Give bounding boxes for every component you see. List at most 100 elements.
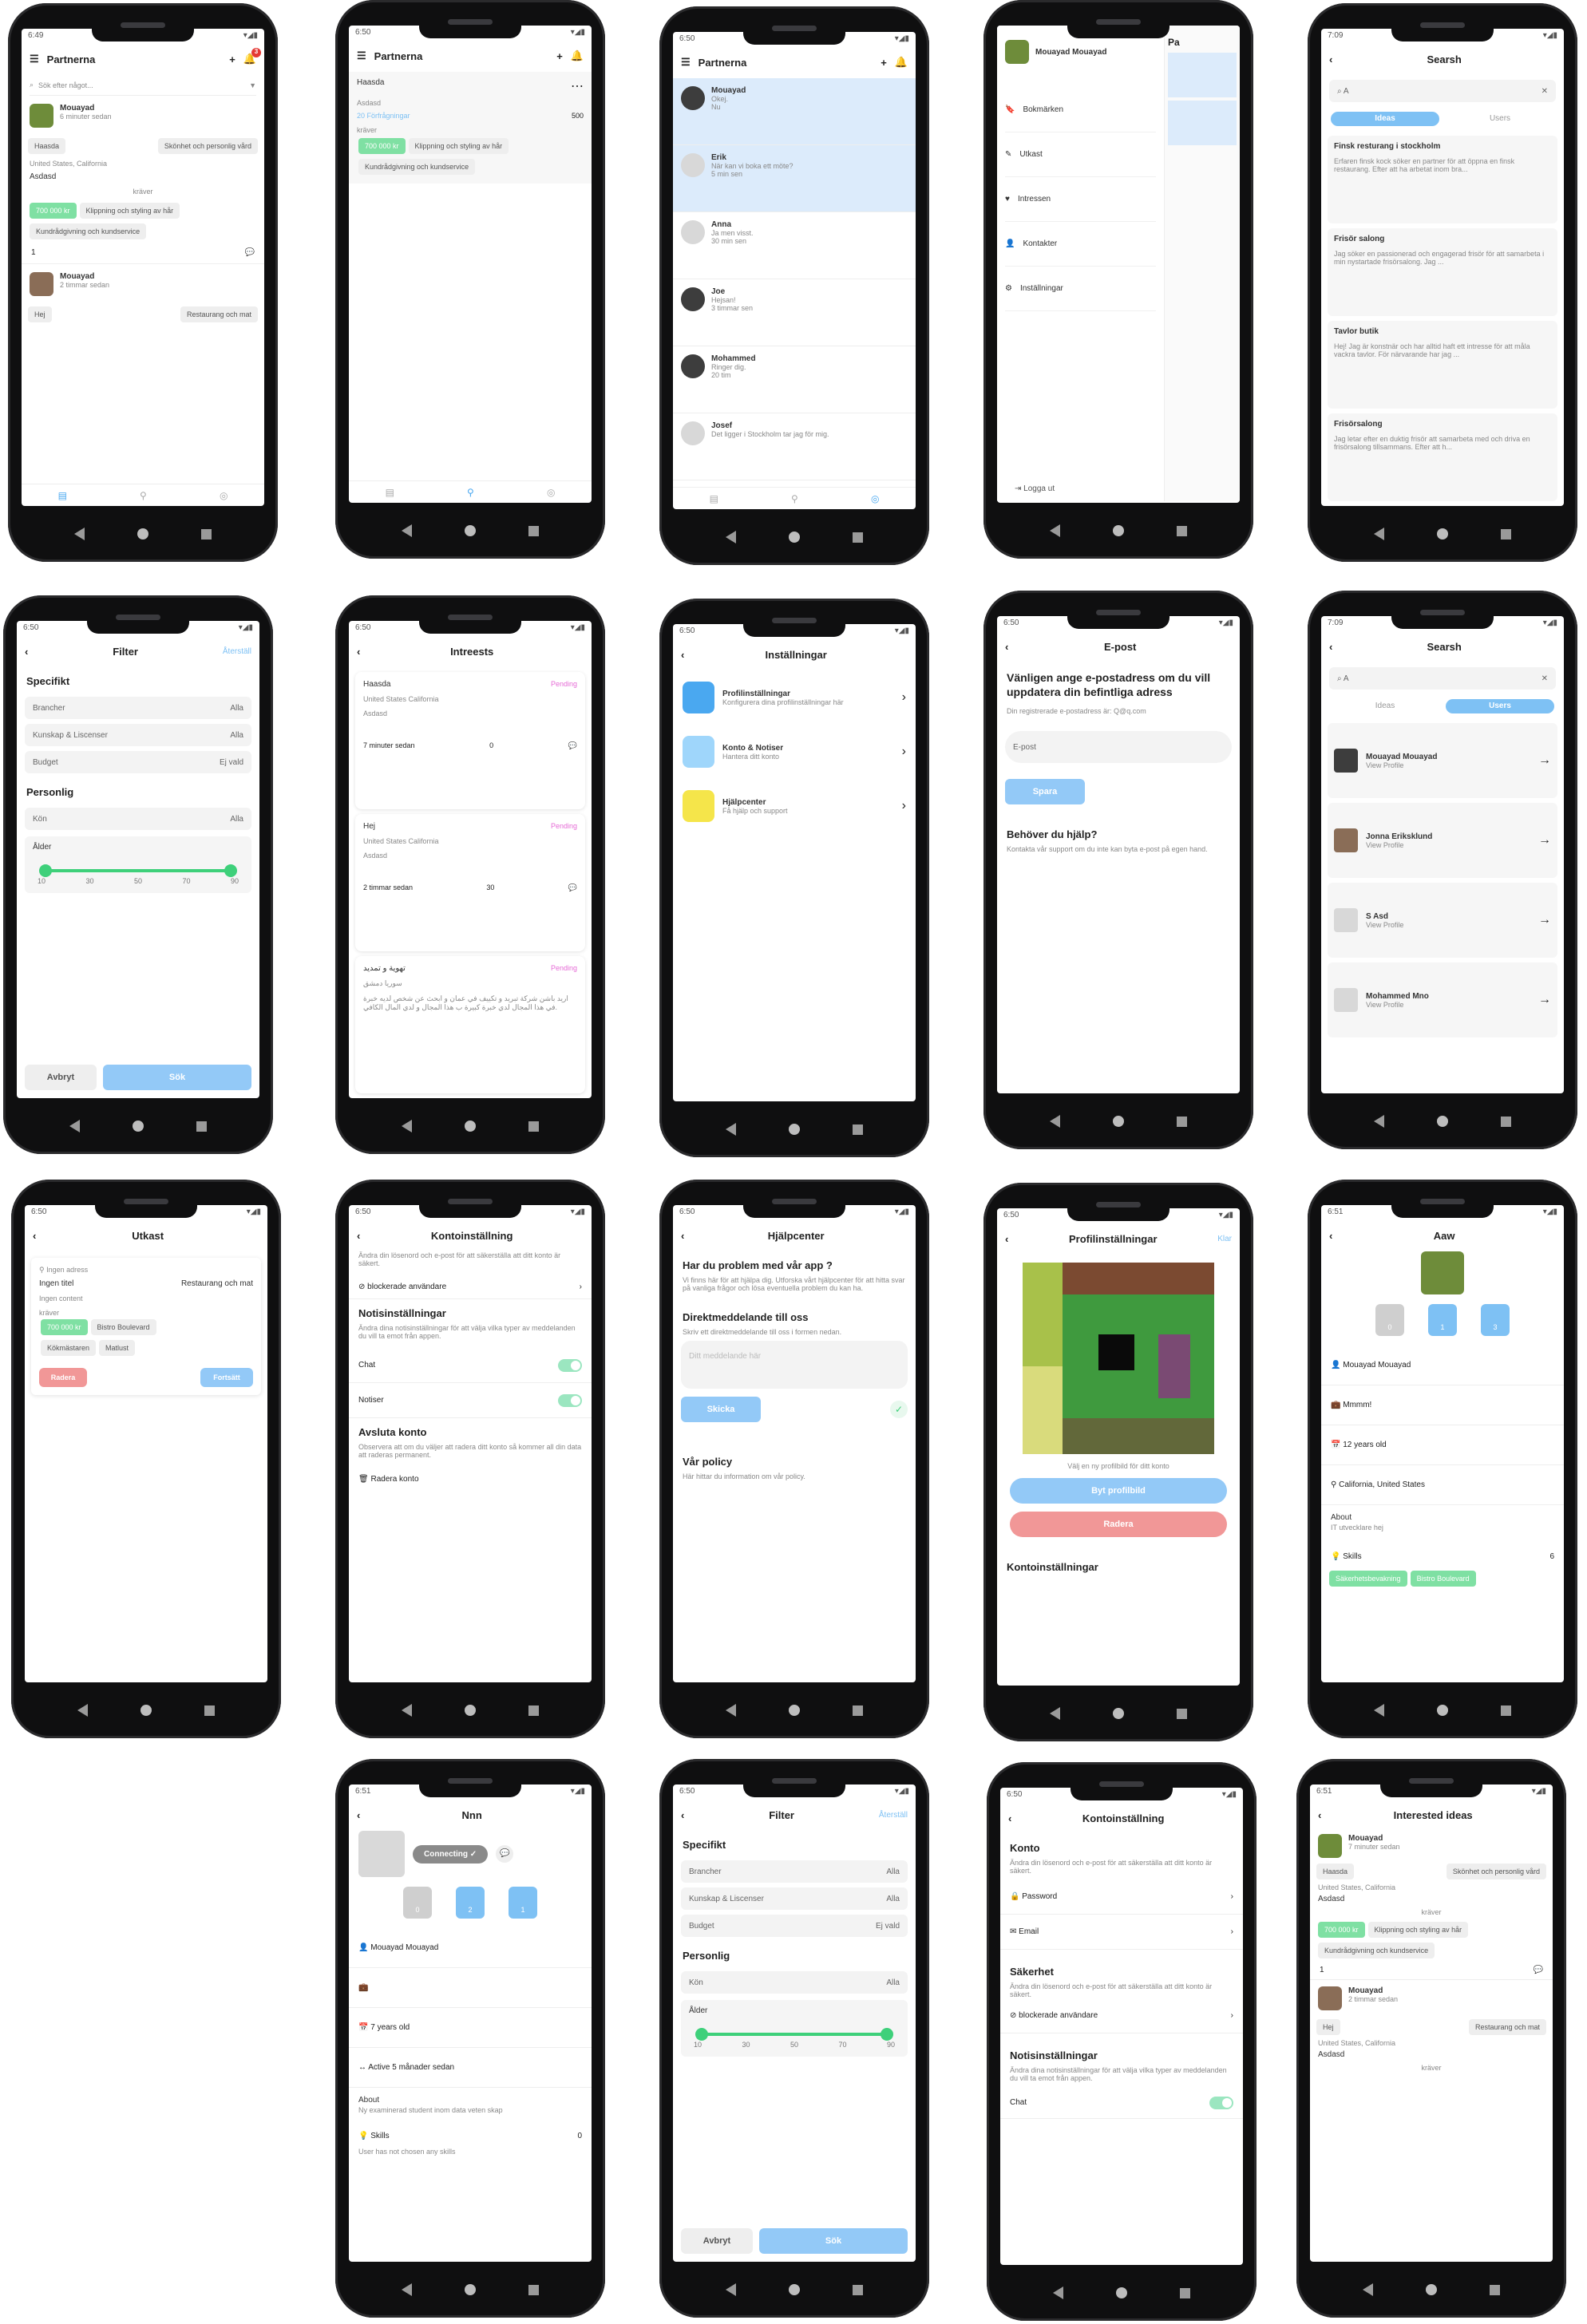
search-bar[interactable]: ⌕ Sök efter något... ▼ — [30, 75, 256, 96]
tab-ideas[interactable]: Ideas — [1331, 699, 1439, 713]
settings-icon — [683, 682, 714, 713]
chat-row[interactable]: Mohammed Ringer dig. 20 tim — [673, 346, 916, 413]
tab-users[interactable]: Users — [1446, 112, 1554, 126]
phone-user-profile-aaw: 6:51 ▾◢▮ ‹ Aaw 0 1 3 👤 Mouayad Mouayad 💼 M… — [1308, 1180, 1577, 1738]
done-button[interactable]: Klar — [1217, 1235, 1232, 1243]
phone-help-center: 6:50 ▾◢▮ ‹ Hjälpcenter Har du problem med … — [659, 1180, 929, 1738]
filter-icon[interactable]: ▼ — [249, 81, 256, 89]
menu-item-icon: ♥ — [1005, 195, 1010, 204]
menu-item-icon: ✎ — [1005, 150, 1012, 159]
back-icon[interactable]: ‹ — [1329, 53, 1332, 65]
drawer-item[interactable]: ♥ Intressen — [1005, 177, 1156, 222]
delete-picture-button[interactable]: Radera — [1010, 1512, 1227, 1537]
age-slider[interactable] — [39, 864, 237, 877]
phone-filter: 6:50 ▾◢▮ ‹ Filter Återställ Specifikt Branc… — [3, 595, 273, 1154]
chat-icon[interactable]: 💬 — [568, 741, 577, 750]
avatar — [30, 104, 53, 128]
phone-account-settings-2: 6:50 ▾◢▮ ‹ Kontoinställning Konto Ändra di… — [987, 1762, 1257, 2321]
idea-card[interactable]: Finsk resturang i stockholm Erfaren finsk… — [1328, 136, 1557, 223]
notiser-toggle[interactable] — [558, 1393, 582, 1407]
phone-partners-feed: 6:49 ▾◢▮ ☰ Partnerna + 🔔 3 ⌕ Sök efter något..… — [8, 3, 278, 562]
chat-icon[interactable]: 💬 — [568, 883, 577, 892]
menu-item-icon: 🔖 — [1005, 105, 1015, 114]
chat-row[interactable]: Erik När kan vi boka ett möte? 5 min sen — [673, 145, 916, 212]
check-icon: ✓ — [890, 1401, 908, 1418]
phone-interests: 6:50 ▾◢▮ ‹ Intreests Haasda Pending United S… — [335, 595, 605, 1154]
connecting-button[interactable]: Connecting ✓ — [413, 1844, 489, 1864]
user-card[interactable]: Mohammed Mno View Profile → — [1328, 962, 1557, 1038]
avatar — [681, 153, 705, 177]
chat-row[interactable]: Mouayad Okej. Nu — [673, 78, 916, 145]
send-button[interactable]: Skicka — [681, 1397, 761, 1422]
clear-icon: ✕ — [1541, 86, 1548, 96]
chat-tab-icon[interactable]: ◎ — [220, 490, 228, 501]
interest-card[interactable]: تهوية و تمديد Pending سوريا دمشق اريد باشن … — [355, 956, 585, 1093]
menu-item-icon: ⚙ — [1005, 284, 1012, 293]
delete-account-button[interactable]: 🗑 Radera konto — [349, 1467, 592, 1491]
menu-icon[interactable]: ☰ — [30, 53, 39, 65]
tab-users[interactable]: Users — [1446, 699, 1554, 713]
phone-chats: 6:50 ▾◢▮ ☰ Partnerna + 🔔 Mouayad Okej. Nu Erik N… — [659, 6, 929, 565]
settings-item[interactable]: Profilinställningar Konfigurera dina prof… — [673, 670, 916, 725]
bottom-tabs: ▤ ⚲ ◎ — [22, 484, 264, 506]
phone-profile-settings: 6:50 ▾◢▮ ‹ Profilinställningar Klar Välj en… — [983, 1183, 1253, 1741]
phone-user-profile-nnn: 6:51 ▾◢▮ ‹ Nnn Connecting ✓ 💬 0 2 1 👤 Moua… — [335, 1759, 605, 2318]
user-card[interactable]: S Asd View Profile → — [1328, 883, 1557, 958]
drawer-item[interactable]: 🔖 Bokmärken — [1005, 88, 1156, 132]
profile-picture[interactable] — [1023, 1263, 1214, 1454]
menu-item-icon: 👤 — [1005, 239, 1015, 248]
arrow-icon: → — [1538, 993, 1551, 1006]
chat-row[interactable]: Josef Det ligger i Stockholm tar jag för … — [673, 413, 916, 480]
search-button[interactable]: Sök — [103, 1065, 251, 1090]
chat-row[interactable]: Joe Hejsan! 3 timmar sen — [673, 279, 916, 346]
save-button[interactable]: Spara — [1005, 779, 1085, 804]
idea-card[interactable]: Frisör salong Jag söker en passionerad oc… — [1328, 228, 1557, 316]
reset-button[interactable]: Återställ — [223, 647, 251, 656]
phone-interested-ideas: 6:51 ▾◢▮ ‹ Interested ideas Mouayad 7 minut… — [1296, 1759, 1566, 2318]
ideas-tab-icon[interactable]: ⚲ — [140, 490, 147, 501]
cancel-button[interactable]: Avbryt — [25, 1065, 97, 1090]
chat-toggle[interactable] — [558, 1358, 582, 1372]
user-card[interactable]: Jonna Eriksklund View Profile → — [1328, 803, 1557, 878]
phone-draft: 6:50 ▾◢▮ ‹ Utkast ⚲ Ingen adress Ingen tit… — [11, 1180, 281, 1738]
tab-ideas[interactable]: Ideas — [1331, 112, 1439, 126]
interest-card[interactable]: Hej Pending United States California Asdasd… — [355, 814, 585, 951]
interest-card[interactable]: Haasda Pending United States California Asd… — [355, 672, 585, 809]
phone-email: 6:50 ▾◢▮ ‹ E-post Vänligen ange e-postadre… — [983, 591, 1253, 1149]
user-card[interactable]: Mouayad Mouayad View Profile → — [1328, 723, 1557, 798]
idea-card[interactable]: Frisörsalong Jag letar efter en duktig fr… — [1328, 413, 1557, 501]
chat-icon[interactable]: 💬 — [496, 1845, 514, 1863]
idea-card[interactable]: Tavlor butik Hej! Jag är konstnär och har… — [1328, 321, 1557, 409]
logout-button[interactable]: ⇥ Logga ut — [1015, 484, 1055, 493]
settings-icon — [683, 736, 714, 768]
phone-account-settings: 6:50 ▾◢▮ ‹ Kontoinställning Ändra din löse… — [335, 1180, 605, 1738]
drawer-item[interactable]: ⚙ Inställningar — [1005, 267, 1156, 311]
phone-filter-2: 6:50 ▾◢▮ ‹ Filter Återställ Specifikt Branc… — [659, 1759, 929, 2318]
avatar — [1334, 828, 1358, 852]
bell-icon[interactable]: 🔔 3 — [243, 48, 261, 65]
page-title: Partnerna — [46, 53, 96, 65]
delete-button[interactable]: Radera — [39, 1368, 87, 1387]
email-input[interactable]: E-post — [1005, 731, 1232, 763]
chat-row[interactable]: Anna Ja men visst. 30 min sen — [673, 212, 916, 279]
chevron-right-icon: › — [901, 690, 906, 704]
chat-icon[interactable]: 💬 — [245, 248, 255, 257]
phone-settings: 6:50 ▾◢▮ ‹ Inställningar Profilinställning… — [659, 599, 929, 1157]
message-input[interactable]: Ditt meddelande här — [681, 1341, 908, 1389]
status-badge: Pending — [550, 822, 577, 830]
post-header-2: Mouayad 2 timmar sedan — [22, 263, 264, 304]
drawer-item[interactable]: ✎ Utkast — [1005, 132, 1156, 177]
arrow-icon: → — [1538, 913, 1551, 927]
search-input[interactable]: ⌕ A ✕ — [1329, 80, 1556, 102]
change-picture-button[interactable]: Byt profilbild — [1010, 1478, 1227, 1504]
phone-partners-detail: 6:50 ▾◢▮ ☰ Partnerna + 🔔 Haasda ⋯ Asdasd 20 F… — [335, 0, 605, 559]
settings-item[interactable]: Konto & Notiser Hantera ditt konto › — [673, 725, 916, 779]
drawer-item[interactable]: 👤 Kontakter — [1005, 222, 1156, 267]
post-header: Mouayad 6 minuter sedan — [22, 96, 264, 136]
settings-item[interactable]: Hjälpcenter Få hjälp och support › — [673, 779, 916, 833]
continue-button[interactable]: Fortsätt — [200, 1368, 253, 1387]
add-icon[interactable]: + — [229, 53, 235, 65]
category-chip: Skönhet och personlig vård — [157, 138, 258, 154]
avatar — [681, 220, 705, 244]
feed-tab-icon[interactable]: ▤ — [58, 490, 67, 501]
